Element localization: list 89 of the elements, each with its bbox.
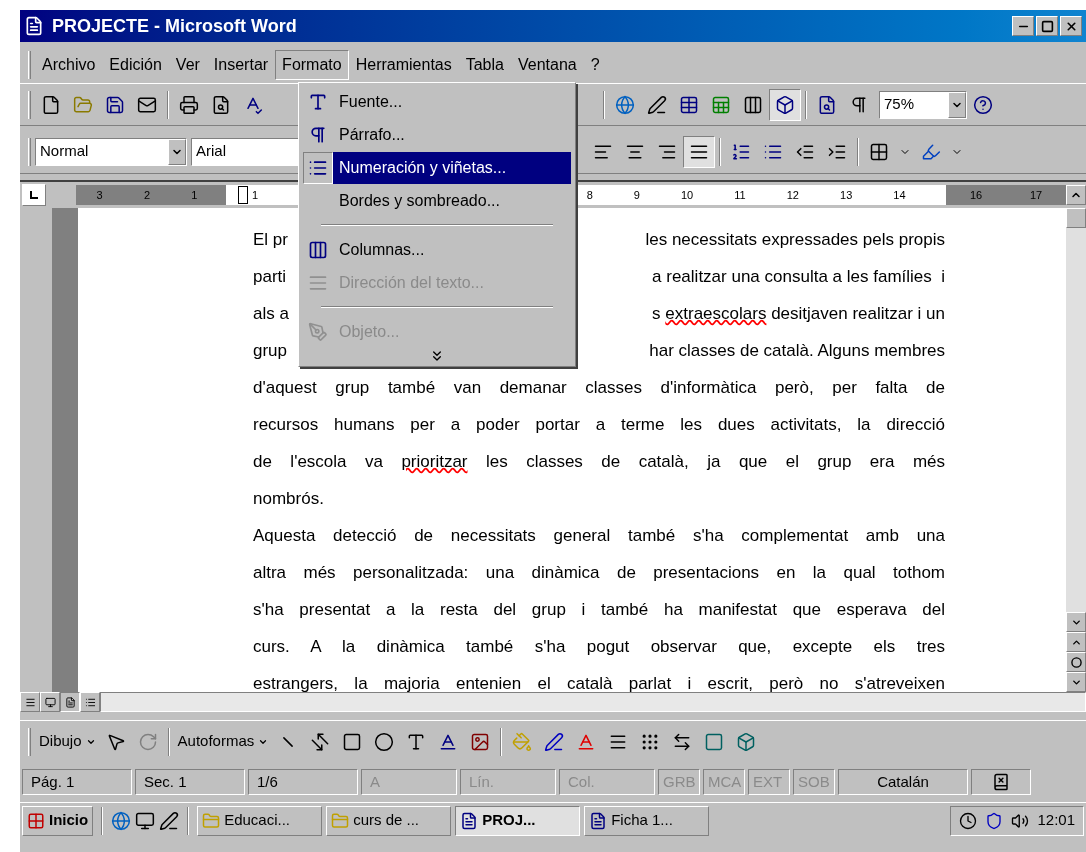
text-line: har classes de català. Alguns membres <box>649 339 945 362</box>
taskbar-button[interactable]: curs de ... <box>326 805 452 836</box>
text-line: nombrós. <box>253 487 324 510</box>
view-button[interactable] <box>60 692 80 712</box>
taskbar-button[interactable]: Educaci... <box>197 805 323 836</box>
autoshapes-menu[interactable]: Autoformas <box>173 730 273 753</box>
text-line: les necessitats expressades pels propis <box>645 228 945 251</box>
minimize-button[interactable] <box>1012 16 1034 36</box>
status-field: Pág. 1 <box>22 769 132 795</box>
start-button[interactable]: Inicio <box>22 805 94 836</box>
ruler-number: 11 <box>734 187 746 203</box>
ruler-number: 17 <box>1029 187 1043 203</box>
scroll-thumb[interactable] <box>1066 208 1086 228</box>
document-icon <box>24 16 44 36</box>
clock-time: 12:01 <box>1037 810 1075 831</box>
menu-item[interactable]: Formato <box>275 49 349 80</box>
ruler-number: 1 <box>191 187 198 203</box>
scroll-up-button[interactable] <box>1066 185 1086 205</box>
taskbar-button[interactable]: Ficha 1... <box>584 805 710 836</box>
menu-item[interactable]: Numeración y viñetas... <box>333 151 571 184</box>
text-line: altra més personalitzada: una dinàmica de presentacions en la qual tothom <box>253 561 945 584</box>
menu-item[interactable]: ? <box>583 49 607 80</box>
text-line: de l'escola va prioritzar les classes de català, ja que el grup era més <box>253 450 945 473</box>
desktop-icon[interactable] <box>135 810 156 831</box>
text-fragment: El pr <box>253 228 288 251</box>
style-combo[interactable]: Normal <box>35 137 187 166</box>
folder-icon <box>331 811 350 830</box>
menu-item[interactable]: Ventana <box>510 49 584 80</box>
status-field: Sec. 1 <box>135 769 245 795</box>
vertical-scrollbar[interactable] <box>1066 208 1086 692</box>
text-line: s'ha presentat a la resta del grup i també ha manifestat que esperava del <box>253 598 945 621</box>
text-fragment: als a <box>253 302 289 325</box>
pen-icon[interactable] <box>159 810 180 831</box>
window-title: PROJECTE - Microsoft Word <box>52 14 297 38</box>
page-icon <box>64 696 76 708</box>
close-button[interactable] <box>1060 16 1082 36</box>
menu-item[interactable]: Bordes y sombreado... <box>333 184 571 217</box>
menu-item[interactable]: Insertar <box>206 49 276 80</box>
status-field: Catalán <box>838 769 968 795</box>
menu-item[interactable]: Columnas... <box>333 233 571 266</box>
clock-icon[interactable] <box>959 811 978 830</box>
maximize-button[interactable] <box>1036 16 1058 36</box>
text-line: a realitzar una consulta a les famílies i <box>652 265 945 288</box>
text-line: estrangers, la majoria entenien el català parlat i escrit, però no s'atreveixen <box>253 672 945 695</box>
ruler-number: 3 <box>96 187 103 203</box>
ruler-number: 14 <box>893 187 906 203</box>
columns-icon <box>308 239 328 260</box>
list-icon <box>84 696 96 708</box>
ruler-number: 10 <box>681 187 694 203</box>
tab-selector[interactable] <box>22 184 46 206</box>
indent-marker-icon <box>238 186 248 204</box>
menu-item[interactable]: Tabla <box>458 49 511 80</box>
ruler-number: 2 <box>143 187 151 203</box>
ruler-number: 9 <box>633 187 640 203</box>
document-icon <box>460 811 479 830</box>
lines-icon <box>24 696 36 708</box>
menu-item[interactable]: Herramientas <box>348 49 459 80</box>
status-field: 1/6 <box>248 769 358 795</box>
zoom-combo[interactable]: 75% <box>879 90 967 119</box>
monitor-icon <box>44 696 56 708</box>
ruler-number: 13 <box>840 187 853 203</box>
menu-item[interactable]: Ver <box>168 49 207 80</box>
menu-item[interactable]: Archivo <box>35 49 103 80</box>
spelling-status-icon <box>992 773 1010 791</box>
menu-item[interactable]: Fuente... <box>333 85 571 118</box>
horizontal-scrollbar[interactable] <box>100 692 1086 712</box>
taskbar-button[interactable]: PROJ... <box>455 805 581 836</box>
speaker-icon[interactable] <box>1011 811 1030 830</box>
close-icon <box>1064 19 1078 33</box>
ruler-number: 1 <box>252 187 259 203</box>
ruler-number: 8 <box>586 187 593 203</box>
text-fragment: parti <box>253 265 287 288</box>
menu-item[interactable]: Edición <box>102 49 169 80</box>
menu-item[interactable]: Párrafo... <box>333 118 571 151</box>
text-fragment: grup <box>253 339 288 362</box>
draw-menu[interactable]: Dibujo <box>35 730 100 753</box>
text-line: Aquesta detecció de necessitats general també s'ha complementat amb una <box>253 524 945 547</box>
justify-icon[interactable] <box>683 135 715 168</box>
ruler-number: 12 <box>786 187 799 203</box>
circle-icon[interactable] <box>1070 656 1082 668</box>
document-icon <box>589 811 608 830</box>
folder-icon <box>202 811 221 830</box>
maximize-icon <box>1040 19 1054 33</box>
text-line: s extraescolars desitjaven realitzar i un <box>652 302 945 325</box>
text-line: recursos humans per a poder portar a terme les dues activitats, la direcció <box>253 413 945 436</box>
shield-icon[interactable] <box>985 811 1004 830</box>
text-line: curs. A la dinàmica també s'ha pogut observar que, excepte els tres <box>253 635 945 658</box>
ruler-number: 16 <box>969 187 983 203</box>
text-line: d'aquest grup també van demanar classes d'informàtica però, per falta de <box>253 376 945 399</box>
